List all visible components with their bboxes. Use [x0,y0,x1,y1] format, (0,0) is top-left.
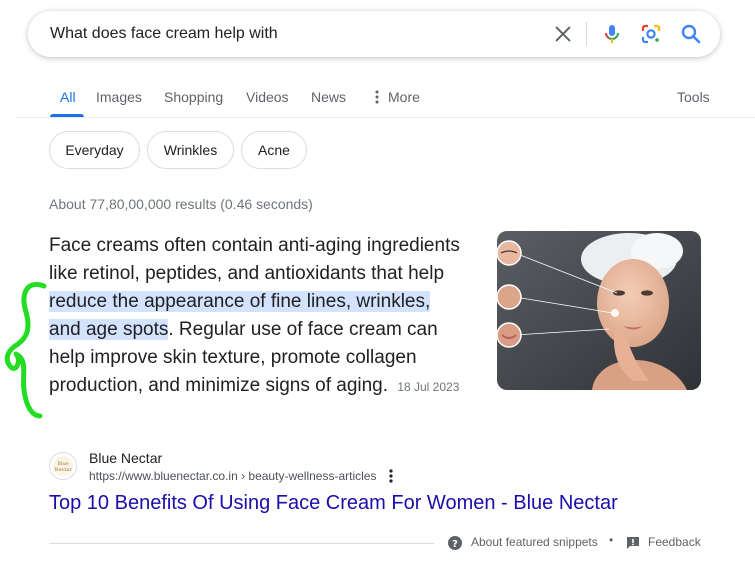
search-input[interactable]: What does face cream help with [50,25,278,43]
snippet-date: 18 Jul 2023 [397,380,460,394]
tab-more-label: More [388,89,420,105]
source-url-breadcrumb: › beauty-wellness-articles [237,469,377,483]
blue-nectar-logo-icon: Blue Nectar [53,456,73,476]
svg-text:Nectar: Nectar [54,467,72,473]
more-vert-icon[interactable] [384,468,398,484]
result-title-link[interactable]: Top 10 Benefits Of Using Face Cream For … [49,492,618,515]
chip-everyday[interactable]: Everyday [49,131,140,169]
chip-acne[interactable]: Acne [241,131,307,169]
featured-snippet-image[interactable] [497,231,701,390]
tab-shopping[interactable]: Shopping [164,89,223,105]
tab-more[interactable]: More [372,89,420,105]
more-vert-icon [375,90,379,104]
tab-news[interactable]: News [311,89,346,105]
tools-button[interactable]: Tools [677,89,710,105]
feedback-link[interactable]: Feedback [648,535,701,549]
result-stats: About 77,80,00,000 results (0.46 seconds… [49,196,313,212]
about-featured-snippets-link[interactable]: About featured snippets [471,535,598,549]
search-icon[interactable] [679,22,703,46]
source-url-domain: https://www.bluenectar.co.in [89,469,238,483]
chip-wrinkles[interactable]: Wrinkles [147,131,234,169]
svg-text:?: ? [452,539,458,550]
tabs-divider [16,117,755,118]
source-name[interactable]: Blue Nectar [89,450,162,466]
handdrawn-annotation [4,282,47,419]
tab-images[interactable]: Images [96,89,142,105]
source-url[interactable]: https://www.bluenectar.co.in › beauty-we… [89,469,376,483]
tab-videos[interactable]: Videos [246,89,289,105]
footer-separator: • [609,533,614,547]
tab-all[interactable]: All [60,89,76,105]
feedback-icon[interactable] [625,535,641,551]
clear-icon[interactable] [552,23,574,45]
search-bar[interactable]: What does face cream help with [28,11,720,57]
help-icon[interactable]: ? [447,535,463,551]
featured-snippet-text: Face creams often contain anti-aging ing… [49,232,464,401]
source-favicon[interactable]: Blue Nectar [49,452,77,480]
snippet-text-part1: Face creams often contain anti-aging ing… [49,235,460,284]
google-lens-icon[interactable] [639,22,663,46]
microphone-icon[interactable] [600,22,624,46]
footer-divider [49,543,434,544]
search-divider [586,22,587,46]
